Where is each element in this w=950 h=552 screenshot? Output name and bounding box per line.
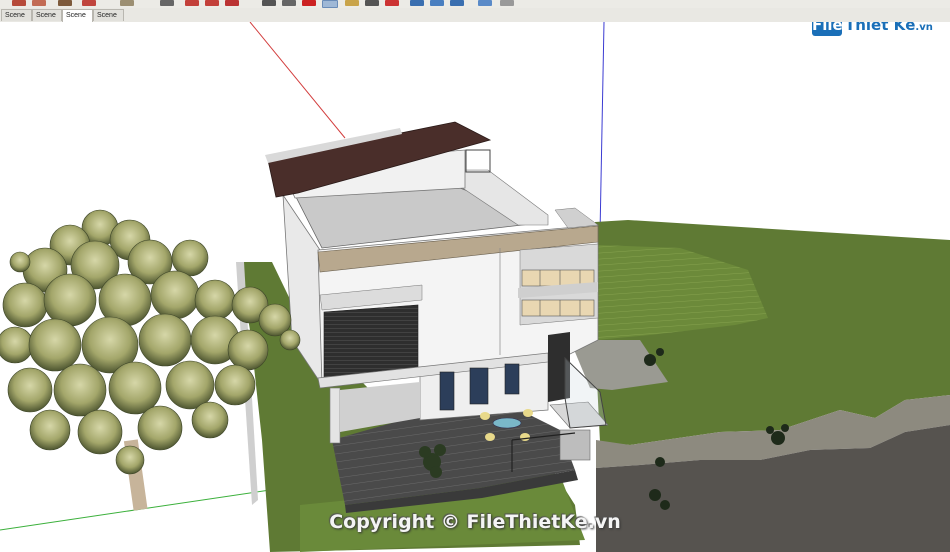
- toolbar-icon[interactable]: [282, 0, 296, 6]
- toolbar-icon[interactable]: [385, 0, 399, 6]
- roof-ledge: [554, 207, 599, 229]
- copyright-watermark: Copyright © FileThietKe.vn: [329, 511, 621, 533]
- roof-railing: [465, 149, 491, 173]
- window: [439, 371, 455, 411]
- pencil-icon[interactable]: [58, 0, 72, 6]
- select-tool-icon[interactable]: [322, 0, 338, 8]
- logo-file-mark: File: [812, 22, 843, 36]
- scene-tabs: Scene 1 Scene 2 Scene 4 Scene 3: [0, 8, 950, 31]
- red-axis: [249, 22, 346, 139]
- pan-icon[interactable]: [430, 0, 444, 6]
- paint-icon[interactable]: [120, 0, 134, 6]
- eraser-icon[interactable]: [82, 0, 96, 6]
- toolbar-icon[interactable]: [205, 0, 219, 6]
- move-icon[interactable]: [160, 0, 174, 6]
- tab-scene-4[interactable]: Scene 4: [62, 9, 93, 31]
- toolbar-icon[interactable]: [225, 0, 239, 6]
- toolbar-icon[interactable]: [12, 0, 26, 6]
- window: [469, 367, 489, 405]
- toolbar-icon[interactable]: [500, 0, 514, 6]
- chair: [523, 409, 533, 417]
- tab-scene-2[interactable]: Scene 2: [32, 9, 62, 31]
- tab-scene-1[interactable]: Scene 1: [1, 9, 32, 31]
- window: [504, 363, 520, 395]
- chair: [520, 433, 530, 441]
- logo-text: Thiết Kế.vn: [845, 22, 933, 34]
- walk-icon[interactable]: [478, 0, 492, 6]
- toolbar-icon[interactable]: [262, 0, 276, 6]
- window: [521, 299, 595, 317]
- model-viewport[interactable]: File Thiết Kế.vn: [0, 22, 950, 552]
- select-tool-icon[interactable]: [32, 0, 46, 6]
- patio-table: [492, 417, 522, 429]
- toolbar-icon[interactable]: [302, 0, 316, 6]
- orbit-icon[interactable]: [410, 0, 424, 6]
- chair: [485, 433, 495, 441]
- column: [329, 387, 341, 444]
- 3d-scene: [0, 22, 950, 552]
- toolbar-icon[interactable]: [365, 0, 379, 6]
- tab-scene-3[interactable]: Scene 3: [93, 9, 124, 31]
- tree-canopy: [0, 209, 301, 475]
- move-icon[interactable]: [185, 0, 199, 6]
- toolbar-icon[interactable]: [345, 0, 359, 6]
- site-logo: File Thiết Kế.vn: [812, 22, 942, 40]
- dark-shutter: [323, 304, 419, 379]
- chair: [480, 412, 490, 420]
- zoom-icon[interactable]: [450, 0, 464, 6]
